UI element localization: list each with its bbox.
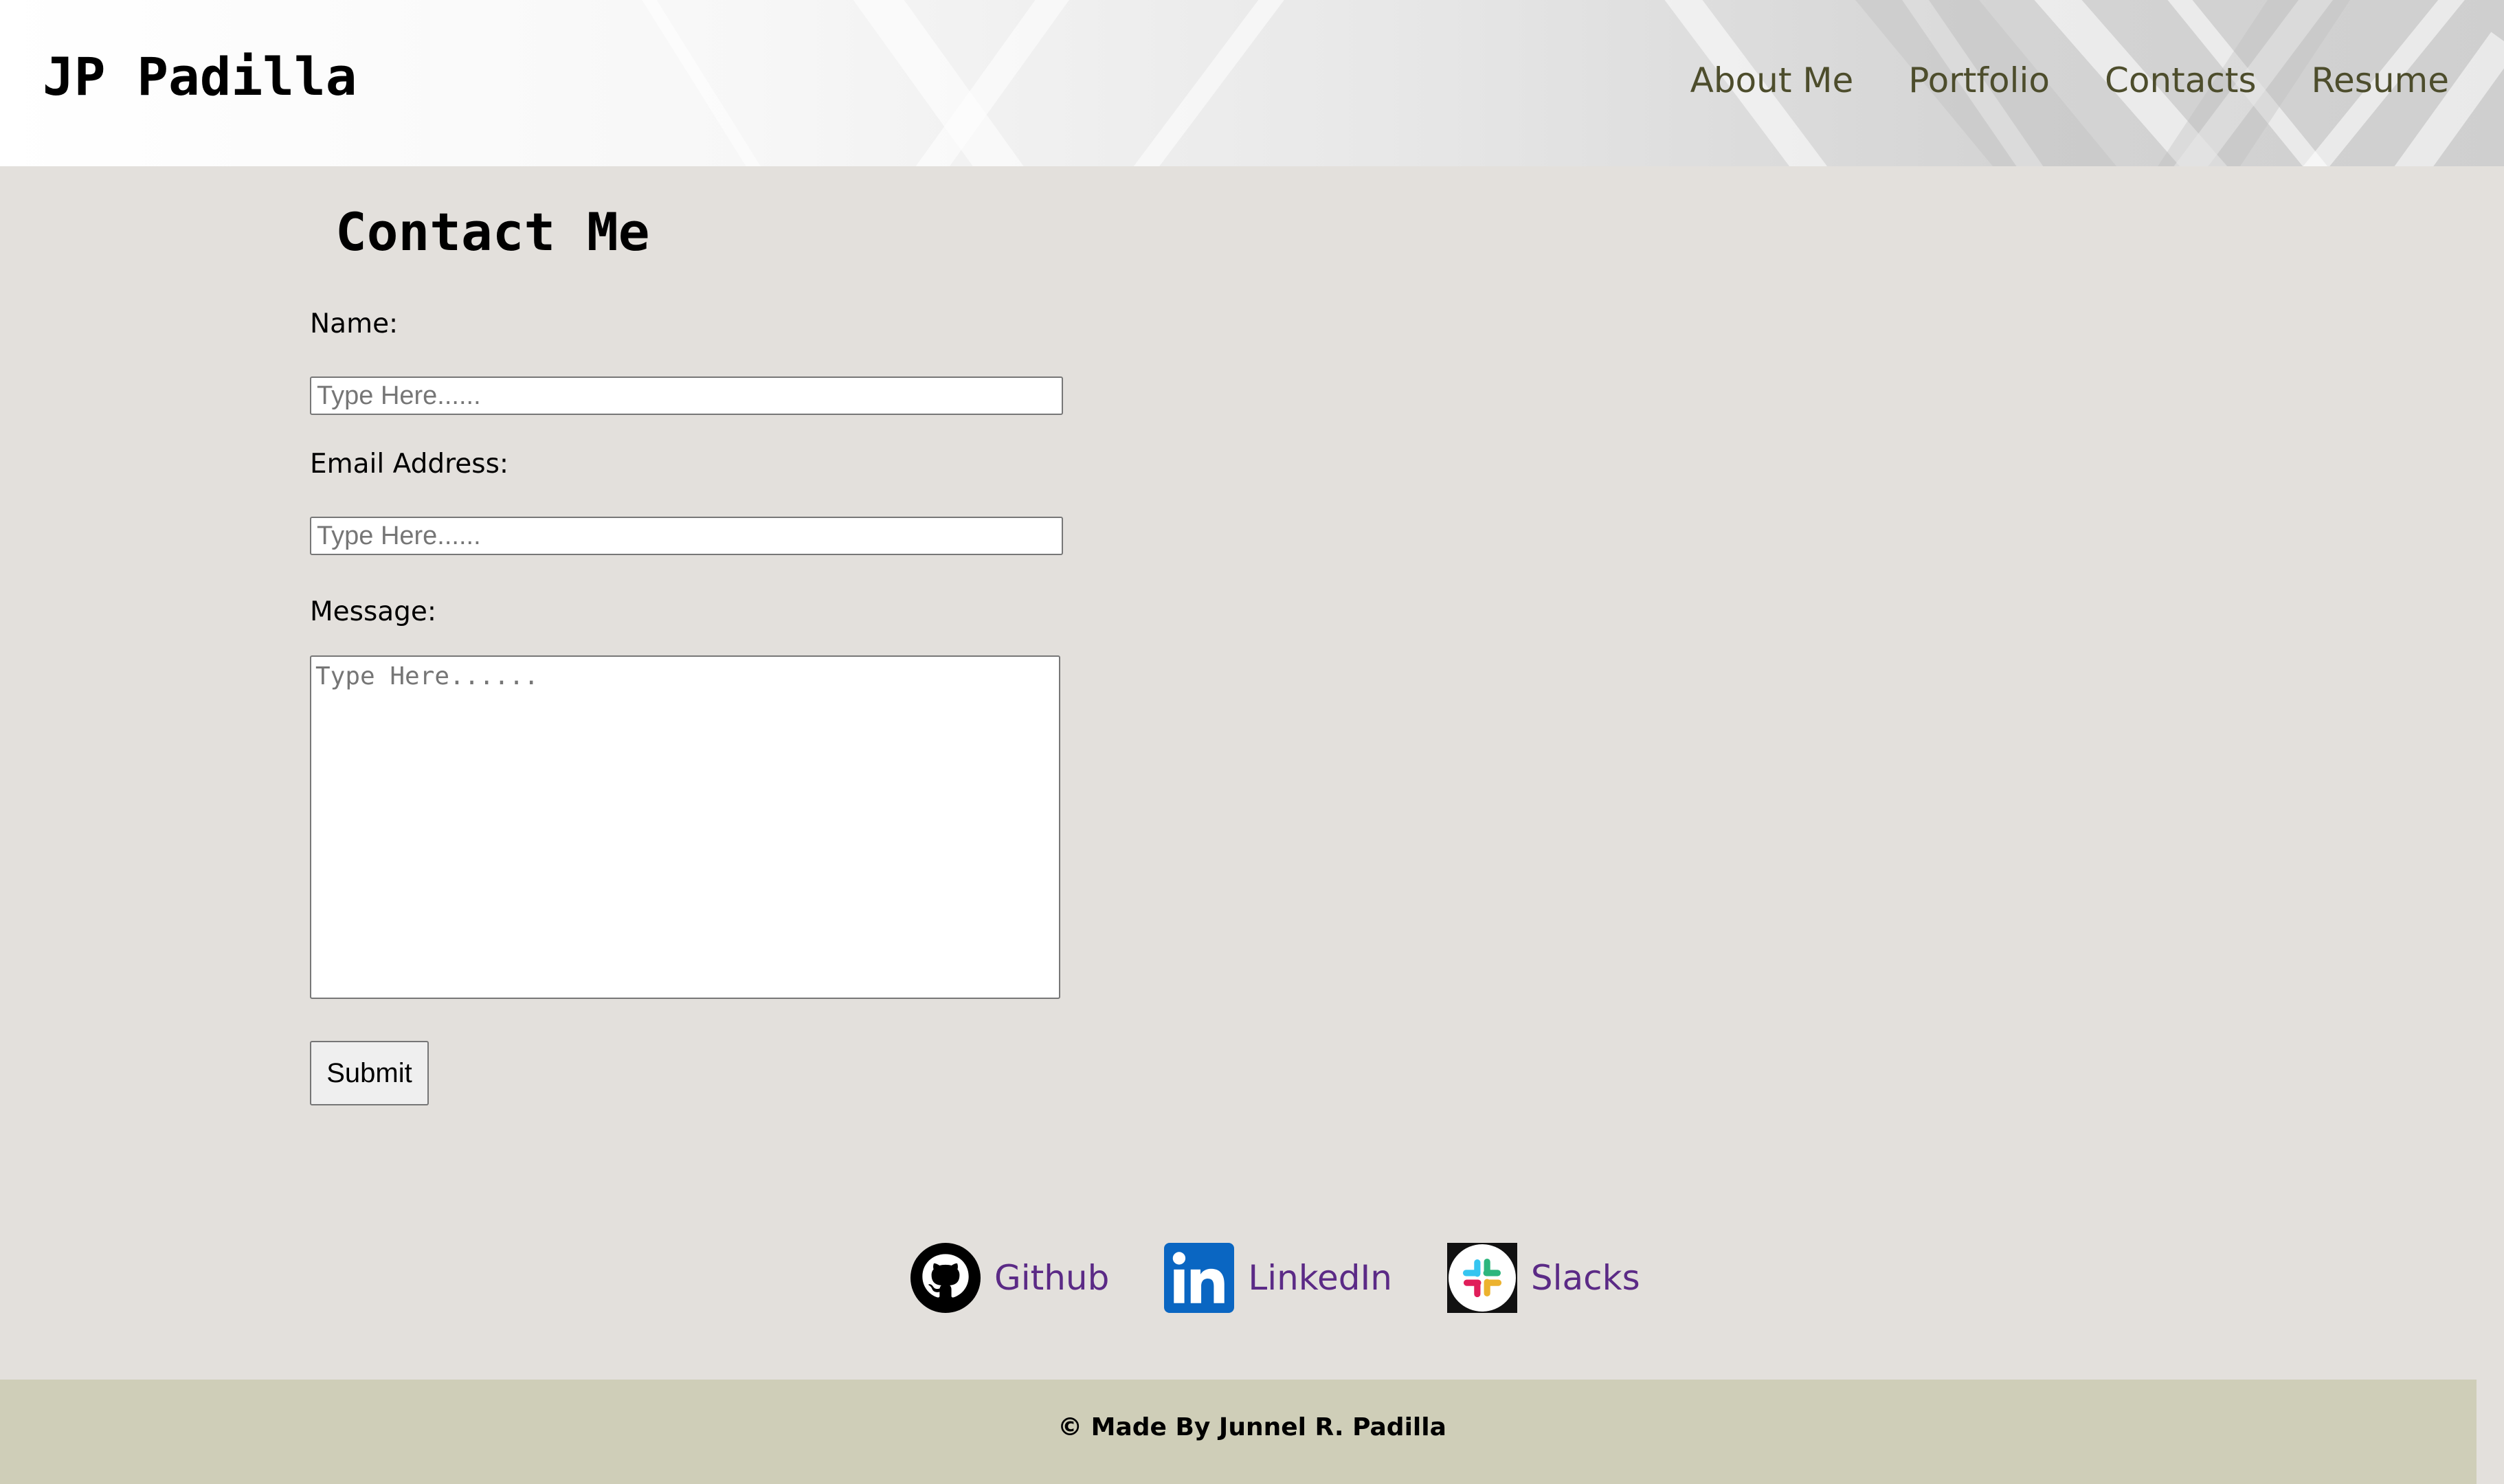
github-icon bbox=[910, 1243, 981, 1313]
page-title: Contact Me bbox=[335, 201, 650, 262]
nav-contacts-link[interactable]: Contacts bbox=[2105, 63, 2257, 98]
site-header: JP Padilla About Me Portfolio Contacts R… bbox=[0, 0, 2504, 166]
slack-label: Slacks bbox=[1530, 1258, 1640, 1298]
linkedin-label: LinkedIn bbox=[1248, 1258, 1392, 1298]
footer-copyright: © Made By Junnel R. Padilla bbox=[1058, 1413, 1446, 1441]
message-label: Message: bbox=[310, 596, 437, 627]
email-field[interactable] bbox=[310, 517, 1063, 555]
email-label: Email Address: bbox=[310, 449, 509, 480]
site-brand: JP Padilla bbox=[43, 46, 357, 107]
main-nav: About Me Portfolio Contacts Resume bbox=[1690, 63, 2449, 98]
nav-resume-link[interactable]: Resume bbox=[2312, 63, 2449, 98]
message-field[interactable] bbox=[310, 655, 1060, 999]
social-links: Github LinkedIn Slacks bbox=[910, 1242, 1640, 1314]
slack-link[interactable]: Slacks bbox=[1446, 1243, 1640, 1313]
name-field[interactable] bbox=[310, 376, 1063, 415]
linkedin-link[interactable]: LinkedIn bbox=[1164, 1243, 1392, 1313]
name-label: Name: bbox=[310, 308, 399, 339]
submit-button[interactable]: Submit bbox=[310, 1041, 429, 1105]
github-link[interactable]: Github bbox=[910, 1243, 1109, 1313]
page: JP Padilla About Me Portfolio Contacts R… bbox=[0, 0, 2504, 1484]
nav-about-me-link[interactable]: About Me bbox=[1690, 63, 1854, 98]
github-label: Github bbox=[994, 1258, 1110, 1298]
slack-icon bbox=[1446, 1243, 1517, 1313]
linkedin-icon bbox=[1164, 1243, 1235, 1313]
nav-portfolio-link[interactable]: Portfolio bbox=[1908, 63, 2050, 98]
